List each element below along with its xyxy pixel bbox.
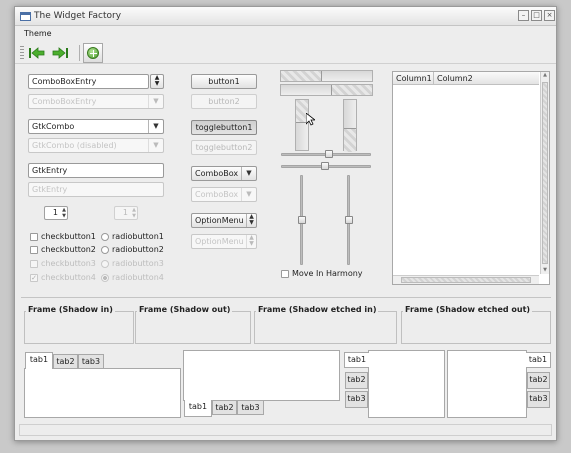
frame-shadow-etched-out-label: Frame (Shadow etched out): [403, 305, 533, 314]
tab-3[interactable]: tab3: [527, 391, 550, 408]
frame-shadow-in-label: Frame (Shadow in): [26, 305, 115, 314]
togglebutton2: togglebutton2: [191, 140, 257, 155]
radiobutton1[interactable]: [101, 233, 109, 241]
radiobutton2[interactable]: [101, 246, 109, 254]
chevron-down-icon: ▼: [148, 120, 163, 133]
tab-1[interactable]: tab1: [184, 400, 212, 417]
radiobutton2-label: radiobutton2: [112, 245, 164, 254]
notebook-tabs-right: [447, 350, 527, 418]
frame-shadow-etched-in: [254, 311, 397, 344]
toolbar-handle[interactable]: [20, 46, 24, 60]
progressbar-fill: [331, 85, 372, 95]
tree-header: Column1 Column2: [393, 72, 539, 85]
comboboxentry-field[interactable]: ComboBoxEntry: [28, 74, 149, 89]
title-bar[interactable]: The Widget Factory – □ ×: [15, 7, 556, 26]
vscale-2-knob[interactable]: [345, 216, 353, 224]
horizontal-scrollbar[interactable]: [393, 275, 539, 284]
tab-1[interactable]: tab1: [526, 352, 551, 368]
tab-3[interactable]: tab3: [237, 400, 264, 415]
close-button[interactable]: ×: [544, 10, 555, 21]
checkbutton2[interactable]: [30, 246, 38, 254]
frame-shadow-out-label: Frame (Shadow out): [137, 305, 233, 314]
updown-icon: ▲ ▼: [246, 214, 256, 227]
vscale-1-knob[interactable]: [298, 216, 306, 224]
radiobutton3-label: radiobutton3: [112, 259, 164, 268]
radiobutton1-label: radiobutton1: [112, 232, 164, 241]
tab-3[interactable]: tab3: [78, 354, 104, 369]
hscale-2-knob[interactable]: [321, 162, 329, 170]
optionmenu-disabled: OptionMenu ▲ ▼: [191, 234, 257, 249]
checkbutton1[interactable]: [30, 233, 38, 241]
move-in-harmony-label: Move In Harmony: [292, 269, 363, 278]
mouse-cursor-icon: [306, 113, 315, 126]
frame-shadow-etched-in-label: Frame (Shadow etched in): [256, 305, 379, 314]
minimize-button[interactable]: –: [518, 10, 529, 21]
forward-arrow-icon[interactable]: [52, 47, 68, 59]
checkbutton2-label: checkbutton2: [41, 245, 96, 254]
vertical-scrollbar[interactable]: ▲ ▼: [540, 72, 549, 274]
combobox[interactable]: ComboBox ▼: [191, 166, 257, 181]
tree-view[interactable]: Column1 Column2 ▲ ▼: [392, 71, 550, 285]
add-button[interactable]: [83, 43, 103, 63]
separator: [21, 297, 551, 298]
checkbutton4: ✓: [30, 274, 38, 282]
radiobutton4-label: radiobutton4: [112, 273, 164, 282]
gtkentry-field[interactable]: GtkEntry: [28, 163, 164, 178]
notebook-tabs-left: [368, 350, 445, 418]
progressbar-vertical-2: [343, 99, 357, 152]
progressbar-horizontal-1: [280, 70, 373, 82]
radiobutton4: [101, 274, 109, 282]
toolbar-separator: [79, 45, 80, 61]
button1[interactable]: button1: [191, 74, 257, 89]
combobox-disabled: ComboBox ▼: [191, 187, 257, 202]
tab-3[interactable]: tab3: [345, 391, 368, 408]
gtkcombo[interactable]: GtkCombo ▼: [28, 119, 164, 134]
frame-shadow-out: [135, 311, 251, 344]
frame-shadow-in: [24, 311, 134, 344]
main-window: The Widget Factory – □ × Theme ComboBoxE…: [14, 6, 557, 441]
window-title: The Widget Factory: [34, 11, 122, 21]
checkbutton4-label: checkbutton4: [41, 273, 96, 282]
optionmenu[interactable]: OptionMenu ▲ ▼: [191, 213, 257, 228]
window-icon: [20, 12, 31, 21]
tab-2[interactable]: tab2: [53, 354, 78, 369]
checkbutton3: [30, 260, 38, 268]
maximize-button[interactable]: □: [531, 10, 542, 21]
radiobutton3: [101, 260, 109, 268]
toolbar: [15, 42, 556, 64]
checkbutton3-label: checkbutton3: [41, 259, 96, 268]
comboboxentry-dropdown-button[interactable]: ▲ ▼: [150, 74, 164, 89]
spinbutton-disabled: 1 ▲ ▼: [114, 206, 138, 220]
status-bar: [19, 424, 552, 436]
add-icon: [87, 47, 99, 59]
button2: button2: [191, 94, 257, 109]
progressbar-fill: [281, 71, 322, 81]
tab-2[interactable]: tab2: [527, 372, 550, 389]
move-in-harmony-checkbox[interactable]: [281, 270, 289, 278]
notebook-tabs-top: [24, 368, 181, 418]
gtkcombo-disabled: GtkCombo (disabled) ▼: [28, 138, 164, 153]
column2-header[interactable]: Column2: [437, 74, 473, 83]
back-arrow-icon[interactable]: [29, 47, 45, 59]
tab-1[interactable]: tab1: [25, 352, 53, 369]
progressbar-horizontal-2: [280, 84, 373, 96]
progressbar-fill: [344, 128, 356, 152]
gtkentry-disabled: GtkEntry: [28, 182, 164, 197]
menu-theme[interactable]: Theme: [24, 29, 52, 38]
chevron-down-icon: ▼: [241, 167, 256, 180]
hscale-1-knob[interactable]: [325, 150, 333, 158]
tab-2[interactable]: tab2: [212, 400, 237, 415]
tab-1[interactable]: tab1: [344, 352, 369, 368]
frame-shadow-etched-out: [401, 311, 551, 344]
spinbutton[interactable]: 1 ▲ ▼: [44, 206, 68, 220]
tab-2[interactable]: tab2: [345, 372, 368, 389]
comboboxentry-disabled: ComboBoxEntry ▼: [28, 94, 164, 109]
checkbutton1-label: checkbutton1: [41, 232, 96, 241]
column1-header[interactable]: Column1: [396, 74, 432, 83]
togglebutton1[interactable]: togglebutton1: [191, 120, 257, 135]
notebook-tabs-bottom: [183, 350, 340, 401]
menu-bar: Theme: [15, 27, 556, 40]
